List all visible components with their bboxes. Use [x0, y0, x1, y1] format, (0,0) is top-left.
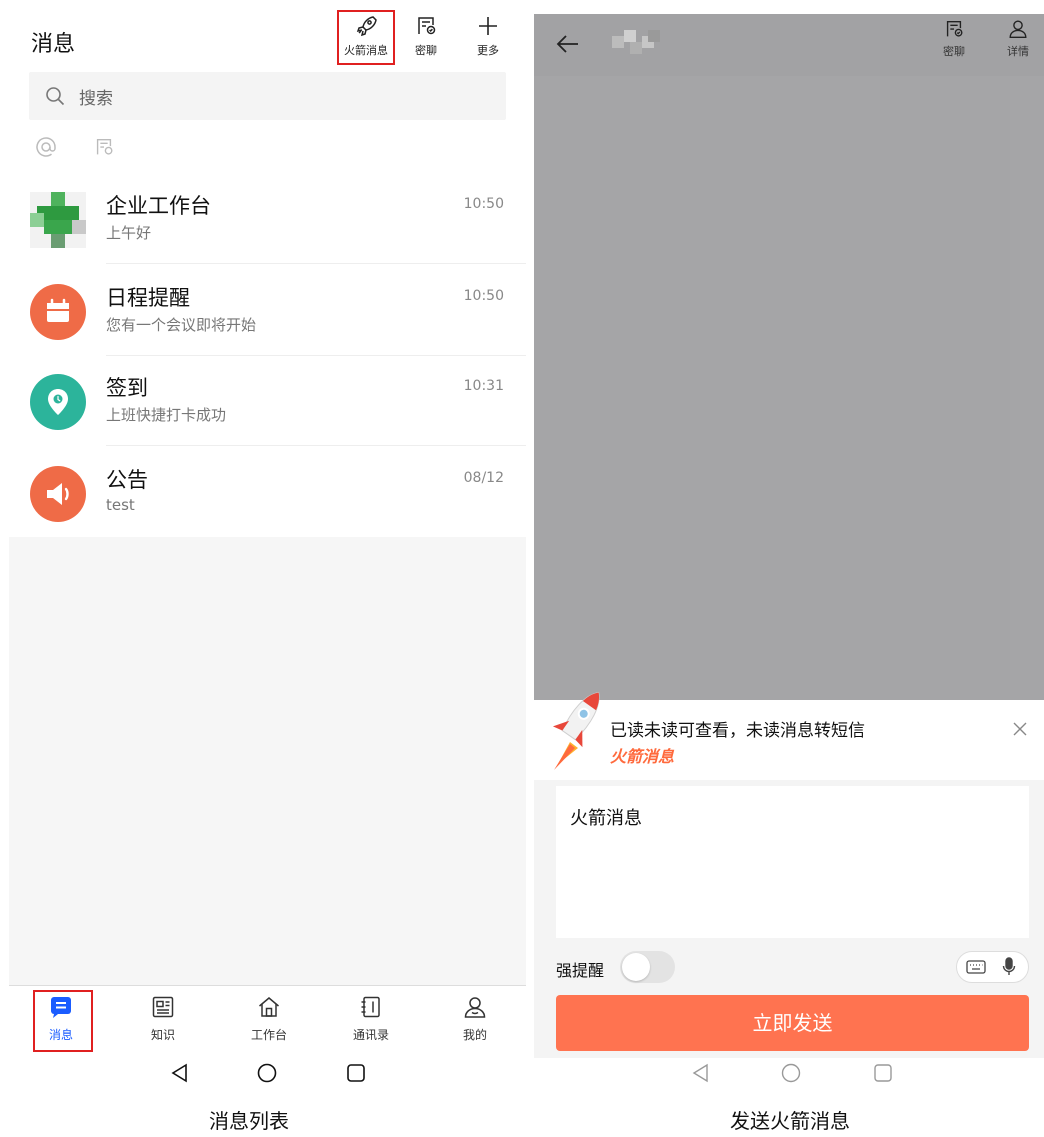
microphone-icon[interactable]: [1001, 956, 1017, 978]
chat-time: 10:50: [463, 288, 504, 304]
system-home-icon[interactable]: [256, 1062, 278, 1092]
system-back-icon[interactable]: [169, 1062, 191, 1092]
details-button[interactable]: 详情: [994, 18, 1042, 59]
more-label: 更多: [477, 44, 499, 57]
search-bar[interactable]: 搜索: [29, 72, 506, 120]
toggle-knob: [622, 953, 650, 981]
person-icon: [1007, 18, 1029, 40]
more-button[interactable]: 更多: [459, 14, 517, 64]
chat-name: 公告: [106, 468, 148, 492]
secret-chat-icon: [943, 18, 965, 40]
sheet-description: 已读未读可查看，未读消息转短信: [610, 721, 865, 741]
profile-icon: [462, 994, 488, 1020]
knowledge-icon: [150, 994, 176, 1020]
secret-chat-icon: [414, 14, 438, 38]
chat-background: [534, 14, 1044, 700]
mention-filter-icon[interactable]: [35, 136, 57, 158]
system-back-icon[interactable]: [690, 1062, 712, 1092]
divider: [106, 445, 526, 446]
calendar-avatar-icon: [30, 284, 86, 340]
rocket-illustration-icon: [548, 682, 608, 772]
chat-time: 08/12: [463, 470, 504, 486]
location-avatar-icon: [30, 374, 86, 430]
empty-list-area: [9, 537, 526, 985]
secret-chat-label: 密聊: [943, 45, 965, 58]
close-icon[interactable]: [1011, 720, 1029, 738]
tab-label: 通讯录: [352, 1028, 389, 1042]
secret-chat-label: 密聊: [415, 44, 437, 57]
chat-time: 10:50: [463, 196, 504, 212]
chat-preview: 上午好: [106, 224, 152, 242]
chat-item-checkin[interactable]: 签到 上班快捷打卡成功 10:31: [9, 356, 526, 446]
strong-reminder-toggle[interactable]: [620, 951, 675, 983]
details-label: 详情: [1007, 45, 1029, 58]
tab-profile[interactable]: 我的: [445, 994, 505, 1043]
chat-name: 企业工作台: [106, 194, 211, 218]
tab-workbench[interactable]: 工作台: [239, 994, 299, 1043]
sheet-tag: 火箭消息: [610, 747, 675, 766]
chat-item-announcement[interactable]: 公告 test 08/12: [9, 448, 526, 538]
chat-preview: 上班快捷打卡成功: [106, 406, 227, 424]
strong-reminder-label: 强提醒: [556, 961, 605, 980]
avatar: [30, 192, 86, 248]
highlight-box: [33, 990, 93, 1052]
send-now-button[interactable]: 立即发送: [556, 995, 1029, 1051]
speaker-avatar-icon: [30, 466, 86, 522]
back-arrow-icon[interactable]: [556, 34, 580, 54]
tab-label: 工作台: [250, 1028, 287, 1042]
tab-label: 我的: [462, 1028, 487, 1042]
chat-name: 签到: [106, 376, 148, 400]
divider: [106, 263, 526, 264]
tab-knowledge[interactable]: 知识: [133, 994, 193, 1043]
chat-item-schedule[interactable]: 日程提醒 您有一个会议即将开始 10:50: [9, 266, 526, 356]
highlight-box: [337, 10, 395, 65]
right-caption: 发送火箭消息: [730, 1109, 850, 1133]
secret-chat-button[interactable]: 密聊: [397, 14, 455, 64]
secret-filter-icon[interactable]: [93, 136, 115, 158]
chat-item-workbench[interactable]: 企业工作台 上午好 10:50: [9, 174, 526, 264]
keyboard-icon[interactable]: [965, 957, 987, 977]
message-list-screen: 消息 火箭消息 密聊 更多 搜索 企业工作台 上午好 10:50 日程提醒 您有…: [9, 0, 526, 1137]
tab-contacts[interactable]: 通讯录: [341, 994, 401, 1043]
page-title: 消息: [31, 32, 76, 57]
home-icon: [256, 994, 282, 1020]
left-caption: 消息列表: [209, 1109, 289, 1133]
chat-preview: test: [106, 496, 135, 514]
system-recents-icon[interactable]: [345, 1062, 367, 1092]
system-home-icon[interactable]: [780, 1062, 802, 1092]
search-placeholder: 搜索: [79, 89, 113, 109]
message-input-text: 火箭消息: [570, 808, 642, 829]
plus-icon: [476, 14, 500, 38]
system-recents-icon[interactable]: [872, 1062, 894, 1092]
secret-chat-button[interactable]: 密聊: [930, 18, 978, 59]
search-icon: [45, 86, 65, 106]
chat-preview: 您有一个会议即将开始: [106, 316, 257, 334]
contact-name-mosaic: [612, 30, 660, 54]
tab-label: 知识: [150, 1028, 175, 1042]
contacts-icon: [358, 994, 384, 1020]
input-mode-switch[interactable]: [956, 951, 1029, 983]
chat-name: 日程提醒: [106, 286, 190, 310]
chat-time: 10:31: [463, 378, 504, 394]
